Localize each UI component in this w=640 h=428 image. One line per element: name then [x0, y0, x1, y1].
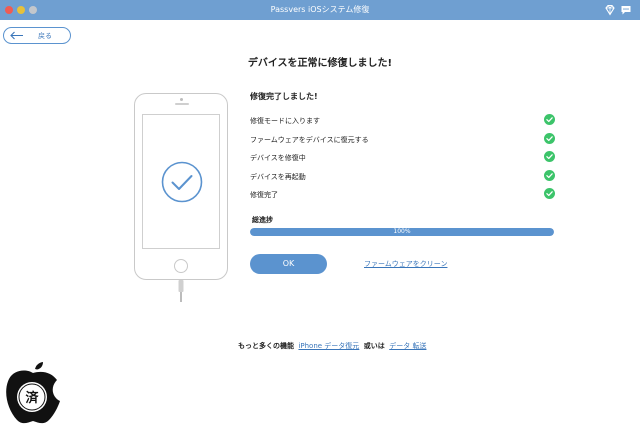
page-title: デバイスを正常に修復しました!	[247, 58, 393, 69]
window-titlebar: Passvers iOSシステム修復	[0, 0, 640, 20]
iphone-data-recovery-link[interactable]: iPhone データ復元	[298, 342, 359, 350]
step-item: デバイスを修復中	[250, 151, 555, 170]
apple-seal-logo: 済	[6, 362, 61, 424]
step-label: ファームウェアをデバイスに復元する	[250, 135, 369, 144]
step-item: デバイスを再起動	[250, 169, 555, 189]
phone-illustration	[134, 93, 228, 280]
svg-text:済: 済	[25, 390, 39, 406]
step-label: デバイスを再起動	[250, 172, 306, 181]
check-circle-icon	[544, 169, 555, 181]
check-circle-icon	[544, 188, 555, 199]
clean-firmware-link[interactable]: ファームウェアをクリーン	[364, 259, 447, 269]
completion-title: 修復完了しました!	[250, 92, 318, 101]
check-circle-outline-icon	[161, 161, 203, 203]
footer-or-text: 或いは	[363, 342, 385, 350]
chat-bubble-icon[interactable]	[620, 4, 632, 16]
step-item: 修復完了	[250, 188, 555, 207]
phone-home-button	[174, 259, 188, 273]
phone-screen	[142, 114, 220, 249]
window-title: Passvers iOSシステム修復	[270, 5, 370, 14]
step-label: 修復モードに入ります	[250, 117, 320, 125]
step-label: デバイスを修復中	[250, 154, 306, 162]
arrow-left-icon	[10, 31, 23, 40]
footer-more-features: もっと多くの機能 iPhone データ復元 或いは データ 転送	[238, 341, 426, 351]
diamond-icon[interactable]	[604, 4, 616, 16]
ok-button[interactable]: OK	[250, 254, 327, 274]
back-label: 戻る	[38, 32, 52, 40]
phone-camera	[180, 98, 183, 101]
check-circle-icon	[544, 114, 555, 125]
step-list: 修復モードに入ります ファームウェアをデバイスに復元する デバイスを修復中 デバ…	[250, 114, 555, 207]
footer-prefix: もっと多くの機能	[238, 342, 294, 350]
back-button[interactable]: 戻る	[3, 27, 71, 44]
check-circle-icon	[544, 151, 555, 162]
data-transfer-link[interactable]: データ 転送	[389, 342, 426, 350]
step-item: ファームウェアをデバイスに復元する	[250, 132, 555, 152]
progress-percent-text: 100%	[393, 228, 411, 235]
phone-speaker	[175, 103, 189, 105]
progress-label: 総進捗	[252, 216, 273, 224]
cable-icon	[178, 280, 184, 302]
check-circle-icon	[544, 132, 555, 144]
step-item: 修復モードに入ります	[250, 114, 555, 133]
step-label: 修復完了	[250, 191, 278, 199]
